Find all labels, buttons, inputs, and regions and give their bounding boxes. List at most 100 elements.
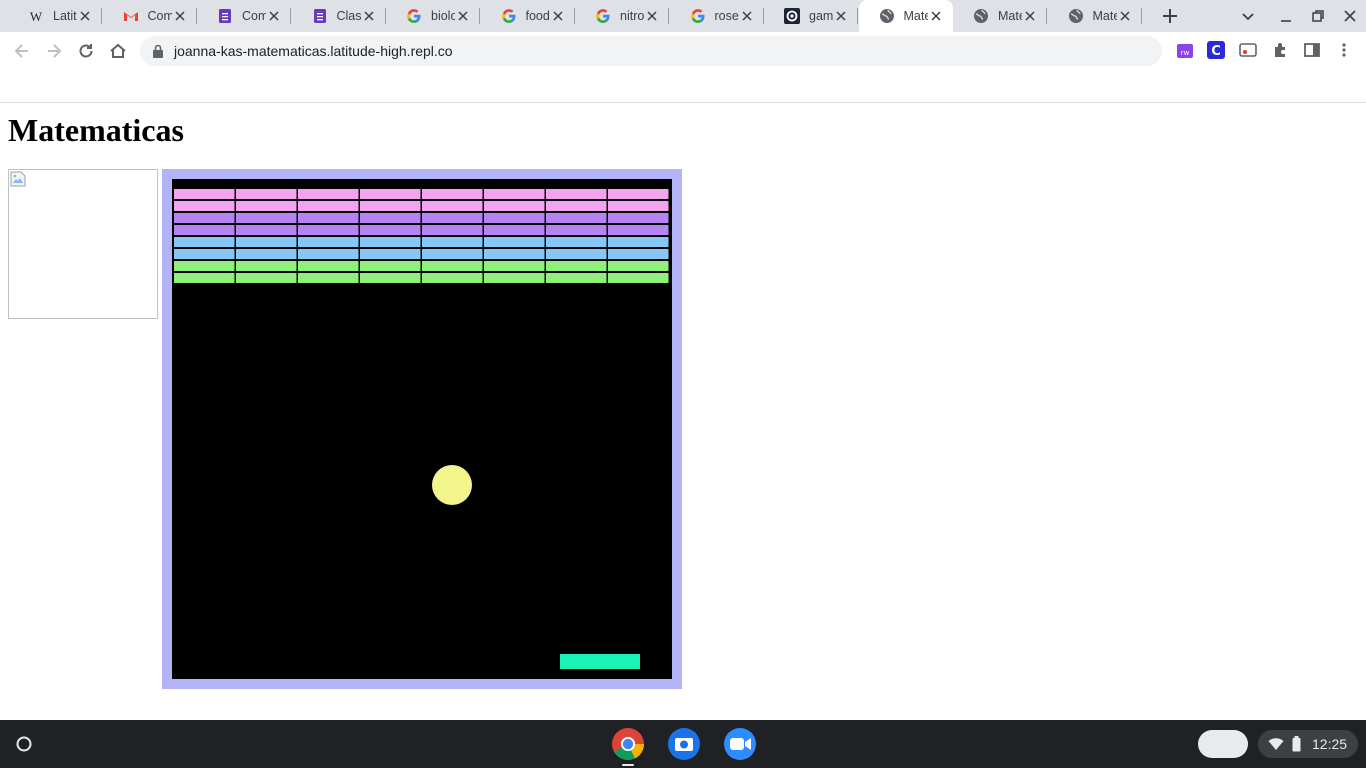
brick-r4-c1 bbox=[174, 225, 235, 235]
tab-10[interactable]: Mate bbox=[858, 0, 953, 32]
tab-close-icon[interactable] bbox=[1022, 8, 1038, 24]
forward-button[interactable] bbox=[44, 41, 64, 61]
zoom-app[interactable] bbox=[722, 726, 758, 762]
tab-3[interactable]: Comp bbox=[197, 0, 291, 32]
brick-r3-c6 bbox=[484, 213, 545, 223]
paddle[interactable] bbox=[560, 654, 640, 669]
close-window-button[interactable] bbox=[1342, 8, 1358, 24]
tab-title: Comp bbox=[147, 9, 172, 23]
tab-close-icon[interactable] bbox=[833, 8, 849, 24]
tab-close-icon[interactable] bbox=[455, 8, 471, 24]
extension-screencast-button[interactable] bbox=[1239, 41, 1257, 59]
brick-r1-c1 bbox=[174, 189, 235, 199]
tab-1[interactable]: W Latitu bbox=[8, 0, 102, 32]
new-tab-button[interactable] bbox=[1160, 6, 1180, 26]
minimize-icon bbox=[1281, 20, 1291, 22]
brick-r2-c2 bbox=[236, 201, 297, 211]
address-bar[interactable]: joanna-kas-matematicas.latitude-high.rep… bbox=[140, 36, 1162, 66]
tab-close-icon[interactable] bbox=[361, 8, 377, 24]
brick-r6-c7 bbox=[546, 249, 607, 259]
brick-r2-c6 bbox=[484, 201, 545, 211]
tab-close-icon[interactable] bbox=[928, 8, 944, 24]
brick-r5-c6 bbox=[484, 237, 545, 247]
tab-close-icon[interactable] bbox=[1117, 8, 1133, 24]
broken-image bbox=[8, 169, 158, 319]
home-button[interactable] bbox=[108, 41, 128, 61]
tab-title: game bbox=[809, 9, 833, 23]
brick-r1-c4 bbox=[360, 189, 421, 199]
status-area[interactable]: 12:25 bbox=[1258, 730, 1358, 758]
chrome-app[interactable] bbox=[610, 726, 646, 766]
tab-strip: W Latitu Comp Comp Class biolo food nitrog roset… bbox=[0, 0, 1366, 32]
brick-r1-c6 bbox=[484, 189, 545, 199]
tab-close-icon[interactable] bbox=[644, 8, 660, 24]
globe-icon bbox=[1068, 8, 1084, 24]
launcher-icon bbox=[16, 736, 32, 752]
brick-r5-c1 bbox=[174, 237, 235, 247]
reload-button[interactable] bbox=[76, 41, 96, 61]
brick-r8-c6 bbox=[484, 273, 545, 283]
tab-9[interactable]: game bbox=[764, 0, 858, 32]
brick-r6-c1 bbox=[174, 249, 235, 259]
forms-icon bbox=[217, 8, 233, 24]
side-panel-icon bbox=[1304, 43, 1320, 57]
side-panel-button[interactable] bbox=[1303, 41, 1321, 59]
brick-r7-c3 bbox=[298, 261, 359, 271]
extension-c-button[interactable]: C bbox=[1207, 41, 1225, 59]
reload-icon bbox=[79, 44, 93, 58]
menu-button[interactable] bbox=[1335, 41, 1353, 59]
tab-7[interactable]: nitrog bbox=[575, 0, 669, 32]
brick-r2-c5 bbox=[422, 201, 483, 211]
extension-rw-button[interactable]: rw bbox=[1176, 41, 1194, 59]
url-text: joanna-kas-matematicas.latitude-high.rep… bbox=[174, 43, 453, 59]
restore-button[interactable] bbox=[1310, 8, 1326, 24]
tab-4[interactable]: Class bbox=[292, 0, 386, 32]
tab-close-icon[interactable] bbox=[172, 8, 188, 24]
brick-r6-c4 bbox=[360, 249, 421, 259]
brick-r4-c7 bbox=[546, 225, 607, 235]
svg-text:C: C bbox=[1211, 44, 1221, 59]
brick-r8-c4 bbox=[360, 273, 421, 283]
back-button[interactable] bbox=[12, 41, 32, 61]
brick-r4-c2 bbox=[236, 225, 297, 235]
battery-icon bbox=[1292, 736, 1301, 752]
tab-separator bbox=[1140, 8, 1142, 24]
tab-2[interactable]: Comp bbox=[103, 0, 197, 32]
tab-8[interactable]: rosett bbox=[670, 0, 764, 32]
brick-r5-c7 bbox=[546, 237, 607, 247]
tab-close-icon[interactable] bbox=[266, 8, 282, 24]
launcher-button[interactable] bbox=[8, 728, 40, 760]
tab-separator bbox=[857, 8, 858, 24]
tab-12[interactable]: Mate bbox=[1048, 0, 1142, 32]
brick-r2-c3 bbox=[298, 201, 359, 211]
extensions-button[interactable] bbox=[1271, 41, 1289, 59]
tab-6[interactable]: food bbox=[481, 0, 575, 32]
arrow-right-icon bbox=[48, 44, 62, 58]
brick-r8-c5 bbox=[422, 273, 483, 283]
camera-app[interactable] bbox=[666, 726, 702, 762]
tab-5[interactable]: biolo bbox=[386, 0, 480, 32]
puzzle-icon bbox=[1275, 43, 1285, 57]
brick-r6-c5 bbox=[422, 249, 483, 259]
plus-icon bbox=[1163, 9, 1177, 23]
tab-close-icon[interactable] bbox=[739, 8, 755, 24]
tab-title: Class bbox=[336, 9, 361, 23]
brick-r3-c7 bbox=[546, 213, 607, 223]
holding-space-tray[interactable] bbox=[1198, 730, 1248, 758]
game-canvas[interactable] bbox=[172, 179, 672, 679]
tab-search-button[interactable] bbox=[1240, 8, 1256, 24]
brick-r7-c1 bbox=[174, 261, 235, 271]
minimize-button[interactable] bbox=[1278, 8, 1294, 24]
brick-r5-c4 bbox=[360, 237, 421, 247]
tab-close-icon[interactable] bbox=[550, 8, 566, 24]
brick-r2-c8 bbox=[608, 201, 669, 211]
home-icon bbox=[110, 43, 126, 58]
chrome-icon bbox=[612, 728, 644, 760]
brick-r6-c8 bbox=[608, 249, 669, 259]
tab-11[interactable]: Mate bbox=[953, 0, 1047, 32]
brick-r7-c6 bbox=[484, 261, 545, 271]
kebab-menu-icon bbox=[1342, 43, 1346, 57]
lock-icon bbox=[152, 44, 164, 58]
tab-close-icon[interactable] bbox=[77, 8, 93, 24]
google-icon bbox=[406, 8, 422, 24]
